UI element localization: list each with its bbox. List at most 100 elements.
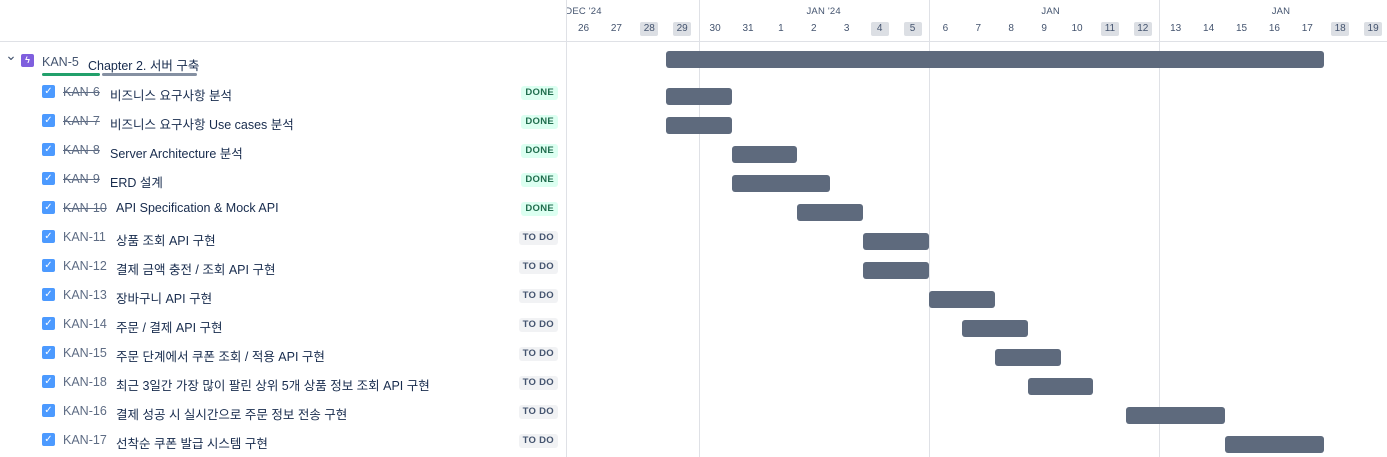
issue-key[interactable]: KAN-12 [63, 259, 107, 273]
issue-summary[interactable]: 결제 금액 충전 / 조회 API 구현 [116, 259, 275, 278]
timeline-day-label: 7 [975, 23, 982, 34]
issue-row[interactable]: ✓ KAN-17 선착순 쿠폰 발급 시스템 구현 TO DO [0, 425, 566, 454]
issue-bar[interactable] [863, 233, 929, 250]
checkbox-icon: ✓ [42, 172, 55, 185]
issue-summary[interactable]: 최근 3일간 가장 많이 팔린 상위 5개 상품 정보 조회 API 구현 [116, 375, 430, 394]
status-badge[interactable]: TO DO [518, 434, 558, 448]
issue-row[interactable]: ✓ KAN-7 비즈니스 요구사항 Use cases 분석 DONE [0, 106, 566, 135]
status-badge[interactable]: DONE [521, 202, 558, 216]
chevron-down-icon[interactable]: ⌄ [5, 48, 17, 62]
issue-key[interactable]: KAN-17 [63, 433, 107, 447]
timeline-day-label: 13 [1170, 23, 1182, 34]
timeline-day-label: 29 [673, 22, 692, 36]
issue-bar[interactable] [863, 262, 929, 279]
status-badge[interactable]: TO DO [518, 231, 558, 245]
issue-row[interactable]: ✓ KAN-9 ERD 설계 DONE [0, 164, 566, 193]
timeline-month-label: JAN [1041, 6, 1060, 17]
epic-bar[interactable] [665, 51, 1324, 68]
issue-key[interactable]: KAN-10 [63, 201, 107, 215]
issue-key[interactable]: KAN-11 [63, 230, 106, 244]
status-badge[interactable]: DONE [521, 86, 558, 100]
timeline-day-label: 3 [843, 23, 850, 34]
issue-summary[interactable]: 주문 단계에서 쿠폰 조회 / 적용 API 구현 [116, 346, 325, 365]
issue-row[interactable]: ✓ KAN-16 결제 성공 시 실시간으로 주문 정보 전송 구현 TO DO [0, 396, 566, 425]
issue-summary[interactable]: 선착순 쿠폰 발급 시스템 구현 [116, 433, 268, 452]
status-badge[interactable]: TO DO [518, 376, 558, 390]
issue-bar[interactable] [961, 320, 1028, 337]
issue-row[interactable]: ✓ KAN-10 API Specification & Mock API DONE [0, 193, 566, 222]
issue-key[interactable]: KAN-9 [63, 172, 100, 186]
issue-summary[interactable]: ERD 설계 [110, 172, 163, 191]
epic-progress-todo [102, 73, 197, 76]
issue-key[interactable]: KAN-18 [63, 375, 107, 389]
issue-summary[interactable]: Server Architecture 분석 [110, 143, 243, 162]
week-separator-line [698, 0, 700, 457]
checkbox-icon: ✓ [42, 114, 55, 127]
timeline-panel[interactable]: DEC '24 JAN '24 JAN JAN 26 27 28 29 30 31 1 2 3 4 5 6 7 8… [567, 0, 1387, 457]
timeline-day-label: 17 [1301, 23, 1313, 34]
issue-row[interactable]: ✓ KAN-18 최근 3일간 가장 많이 팔린 상위 5개 상품 정보 조회 AP… [0, 367, 566, 396]
issue-bar[interactable] [994, 349, 1061, 366]
status-badge[interactable]: TO DO [518, 347, 558, 361]
issue-key[interactable]: KAN-7 [63, 114, 100, 128]
lightning-icon: ϟ [21, 54, 34, 67]
issue-summary[interactable]: 장바구니 API 구현 [116, 288, 212, 307]
issue-bar[interactable] [1225, 436, 1324, 453]
issue-row[interactable]: ✓ KAN-12 결제 금액 충전 / 조회 API 구현 TO DO [0, 251, 566, 280]
issue-key[interactable]: KAN-16 [63, 404, 107, 418]
issue-row[interactable]: ✓ KAN-6 비즈니스 요구사항 분석 DONE [0, 77, 566, 106]
issue-key[interactable]: KAN-14 [63, 317, 107, 331]
status-badge[interactable]: TO DO [518, 405, 558, 419]
timeline-day-label: 28 [640, 22, 659, 36]
issue-row[interactable]: ✓ KAN-13 장바구니 API 구현 TO DO [0, 280, 566, 309]
timeline-day-label: 6 [942, 23, 949, 34]
timeline-header: DEC '24 JAN '24 JAN JAN 26 27 28 29 30 31 1 2 3 4 5 6 7 8… [567, 0, 1387, 42]
issue-summary[interactable]: 비즈니스 요구사항 분석 [110, 85, 232, 104]
issue-row[interactable]: ✓ KAN-11 상품 조회 API 구현 TO DO [0, 222, 566, 251]
issue-key[interactable]: KAN-6 [63, 85, 100, 99]
issue-key[interactable]: KAN-15 [63, 346, 107, 360]
timeline-month-label: JAN '24 [806, 6, 841, 17]
issue-key[interactable]: KAN-13 [63, 288, 107, 302]
status-badge[interactable]: TO DO [518, 260, 558, 274]
issue-summary[interactable]: API Specification & Mock API [116, 201, 279, 215]
status-badge[interactable]: DONE [521, 173, 558, 187]
timeline-month-label: DEC '24 [567, 6, 602, 17]
timeline-day-label: 1 [778, 23, 784, 34]
issue-row[interactable]: ✓ KAN-8 Server Architecture 분석 DONE [0, 135, 566, 164]
timeline-month-label: JAN [1271, 6, 1291, 17]
timeline-day-label: 30 [709, 23, 721, 34]
issue-summary[interactable]: 상품 조회 API 구현 [116, 230, 216, 249]
issue-bar[interactable] [665, 117, 732, 134]
timeline-day-label: 19 [1364, 22, 1383, 36]
checkbox-icon: ✓ [42, 317, 55, 330]
issue-key[interactable]: KAN-5 [42, 55, 79, 69]
issue-bar[interactable] [1126, 407, 1226, 424]
issue-summary[interactable]: 비즈니스 요구사항 Use cases 분석 [110, 114, 294, 133]
checkbox-icon: ✓ [42, 346, 55, 359]
issue-bar[interactable] [928, 291, 995, 308]
issue-list-header [0, 0, 566, 42]
issue-list-panel: ⌄ ϟ KAN-5 Chapter 2. 서버 구축 ✓ KAN-6 비즈니스 요구사항 분… [0, 0, 566, 457]
timeline-day-label: 5 [903, 22, 922, 36]
issue-summary[interactable]: Chapter 2. 서버 구축 [88, 55, 199, 74]
issue-bar[interactable] [731, 175, 831, 192]
issue-summary[interactable]: 주문 / 결제 API 구현 [116, 317, 223, 336]
timeline-day-label: 27 [610, 23, 622, 34]
issue-bar[interactable] [665, 88, 732, 105]
issue-key[interactable]: KAN-8 [63, 143, 100, 157]
status-badge[interactable]: TO DO [518, 289, 558, 303]
status-badge[interactable]: TO DO [518, 318, 558, 332]
issue-row[interactable]: ✓ KAN-15 주문 단계에서 쿠폰 조회 / 적용 API 구현 TO DO [0, 338, 566, 367]
epic-progress-done [42, 73, 100, 76]
status-badge[interactable]: DONE [521, 115, 558, 129]
issue-bar[interactable] [1027, 378, 1094, 395]
checkbox-icon: ✓ [42, 85, 55, 98]
issue-bar[interactable] [731, 146, 798, 163]
timeline-day-label: 12 [1133, 22, 1152, 36]
issue-summary[interactable]: 결제 성공 시 실시간으로 주문 정보 전송 구현 [116, 404, 347, 423]
issue-bar[interactable] [797, 204, 864, 221]
issue-row[interactable]: ✓ KAN-14 주문 / 결제 API 구현 TO DO [0, 309, 566, 338]
timeline-day-label: 31 [742, 23, 754, 34]
status-badge[interactable]: DONE [521, 144, 558, 158]
